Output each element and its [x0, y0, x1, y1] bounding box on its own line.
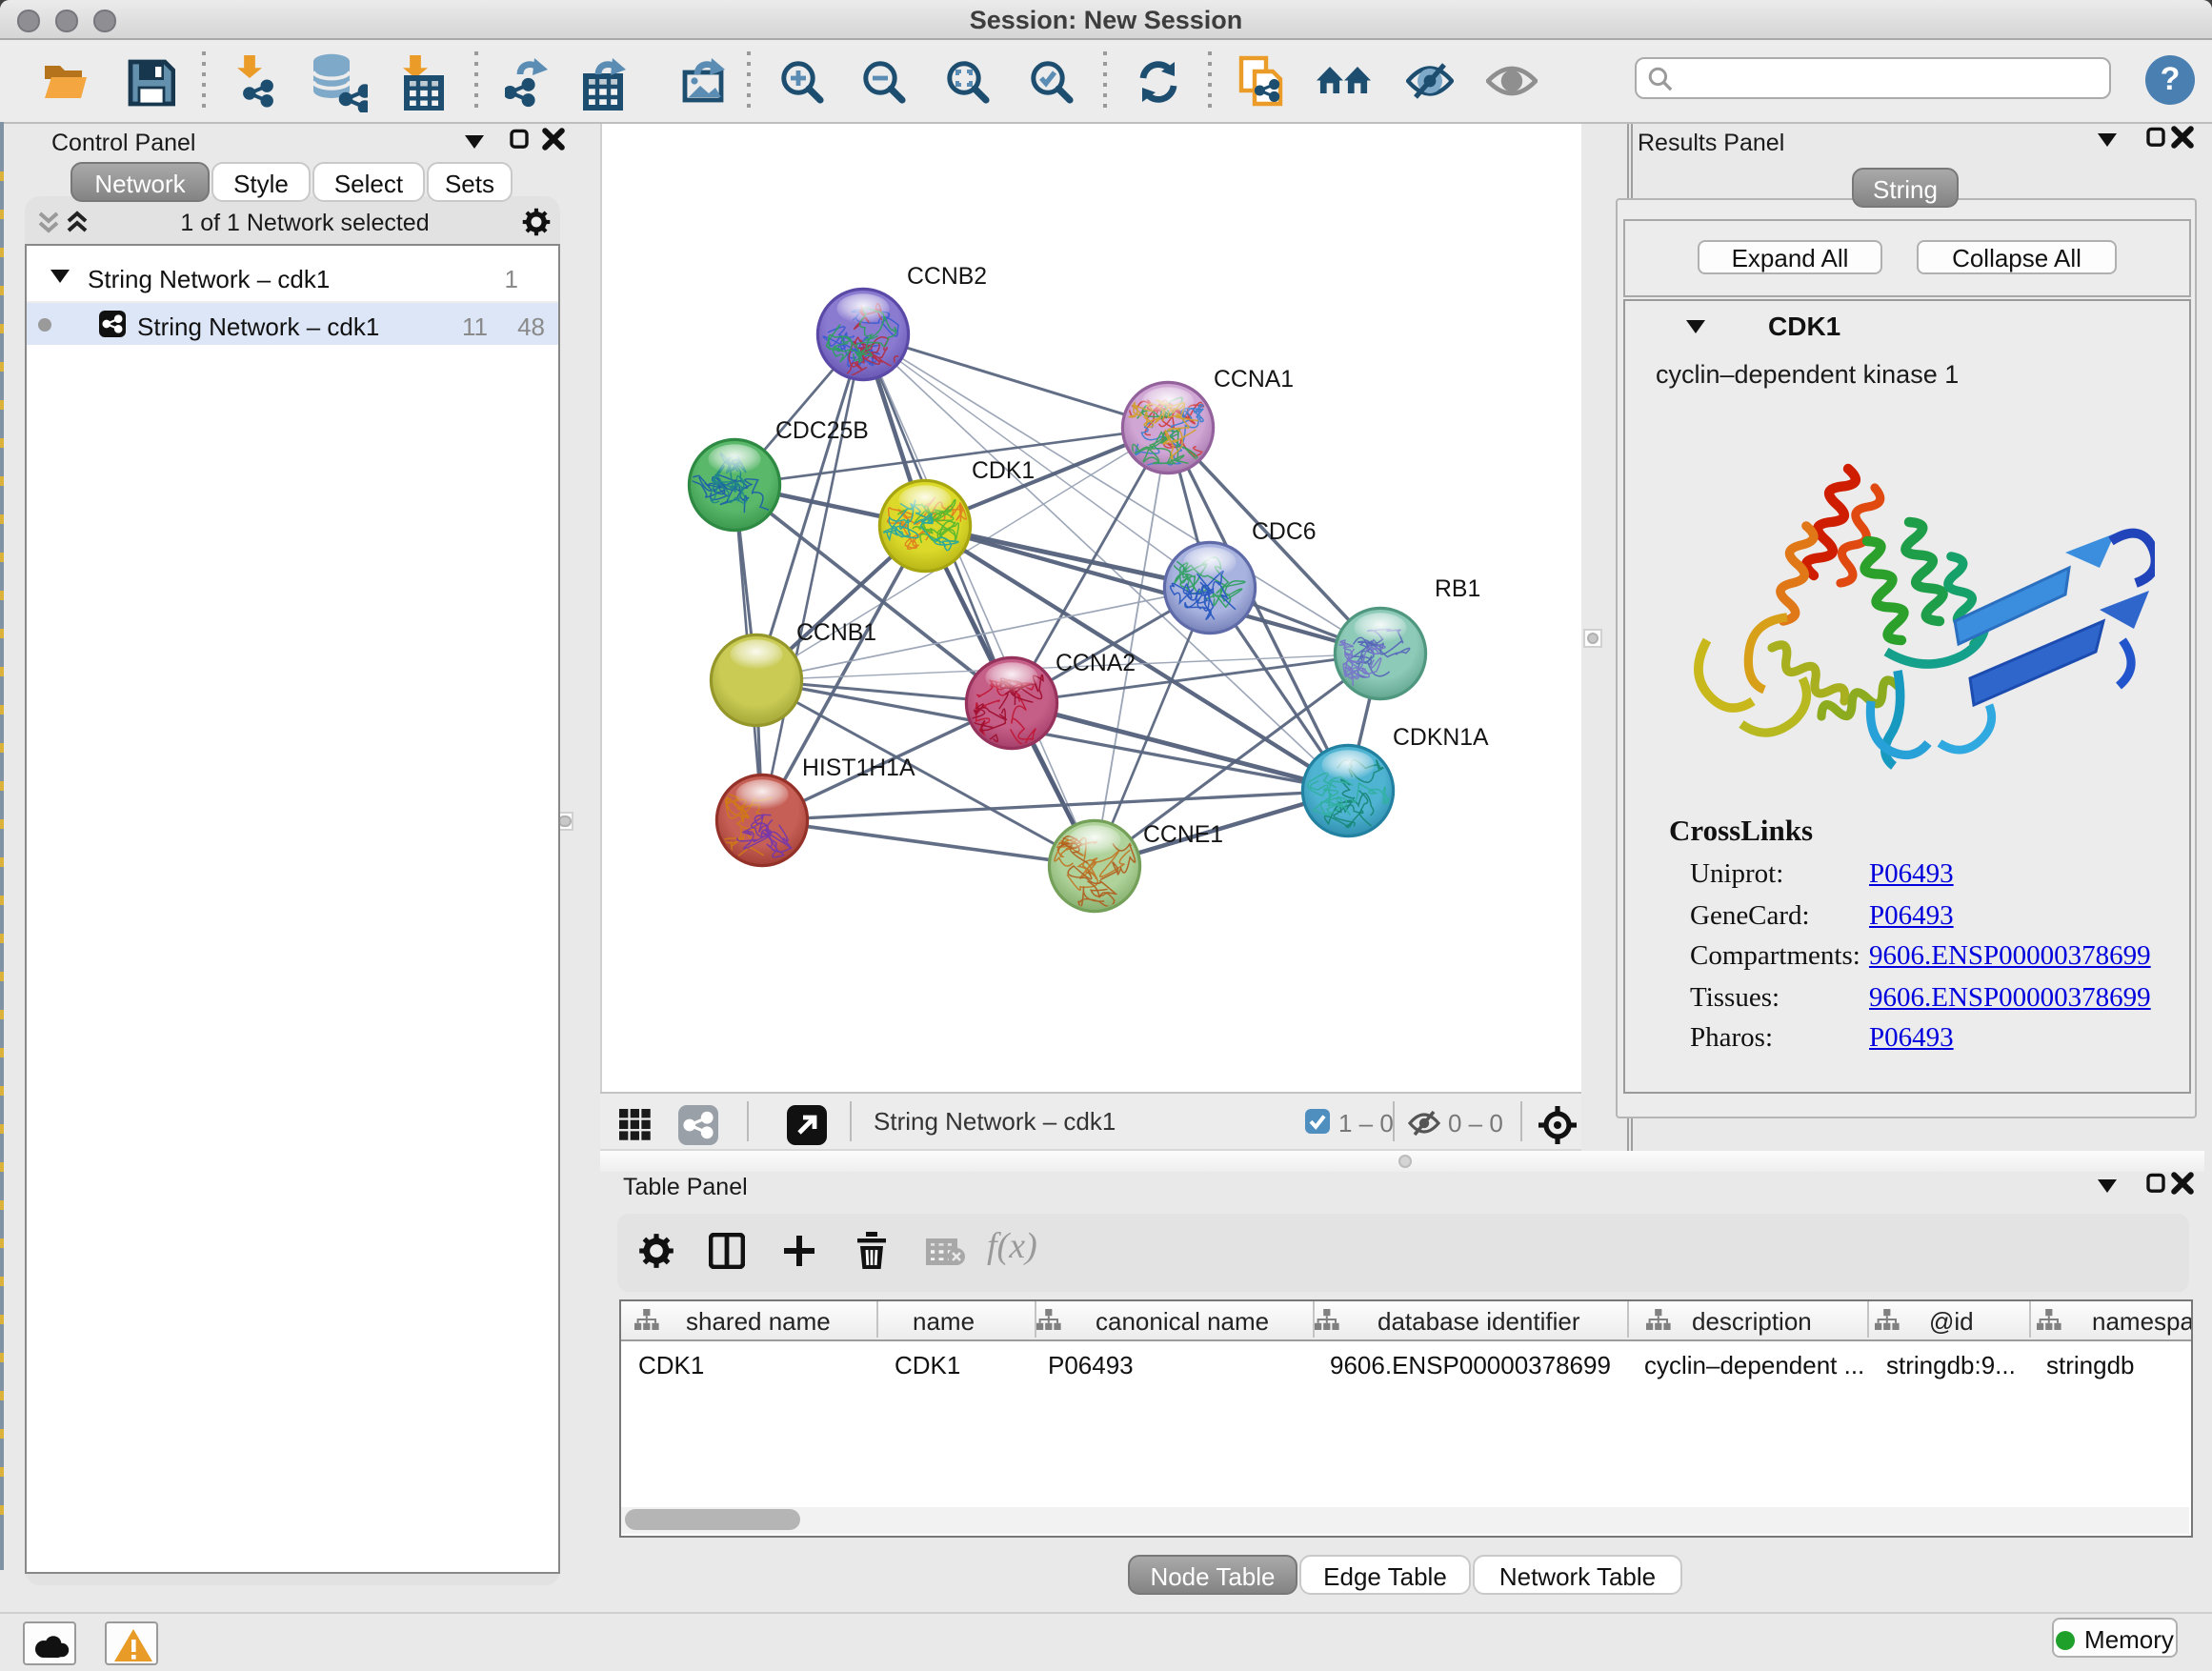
svg-text:CCNA2: CCNA2	[1055, 650, 1135, 675]
svg-text:CCNB1: CCNB1	[795, 619, 875, 645]
svg-text:CDC25B: CDC25B	[774, 417, 868, 443]
svg-text:CDC6: CDC6	[1251, 518, 1316, 544]
svg-text:CCNB2: CCNB2	[906, 263, 986, 289]
svg-text:CDKN1A: CDKN1A	[1392, 724, 1488, 750]
svg-text:CDK1: CDK1	[971, 457, 1034, 483]
svg-text:CCNE1: CCNE1	[1142, 821, 1222, 847]
svg-text:HIST1H1A: HIST1H1A	[801, 755, 915, 780]
svg-text:CCNA1: CCNA1	[1213, 366, 1293, 392]
svg-text:RB1: RB1	[1434, 575, 1479, 601]
